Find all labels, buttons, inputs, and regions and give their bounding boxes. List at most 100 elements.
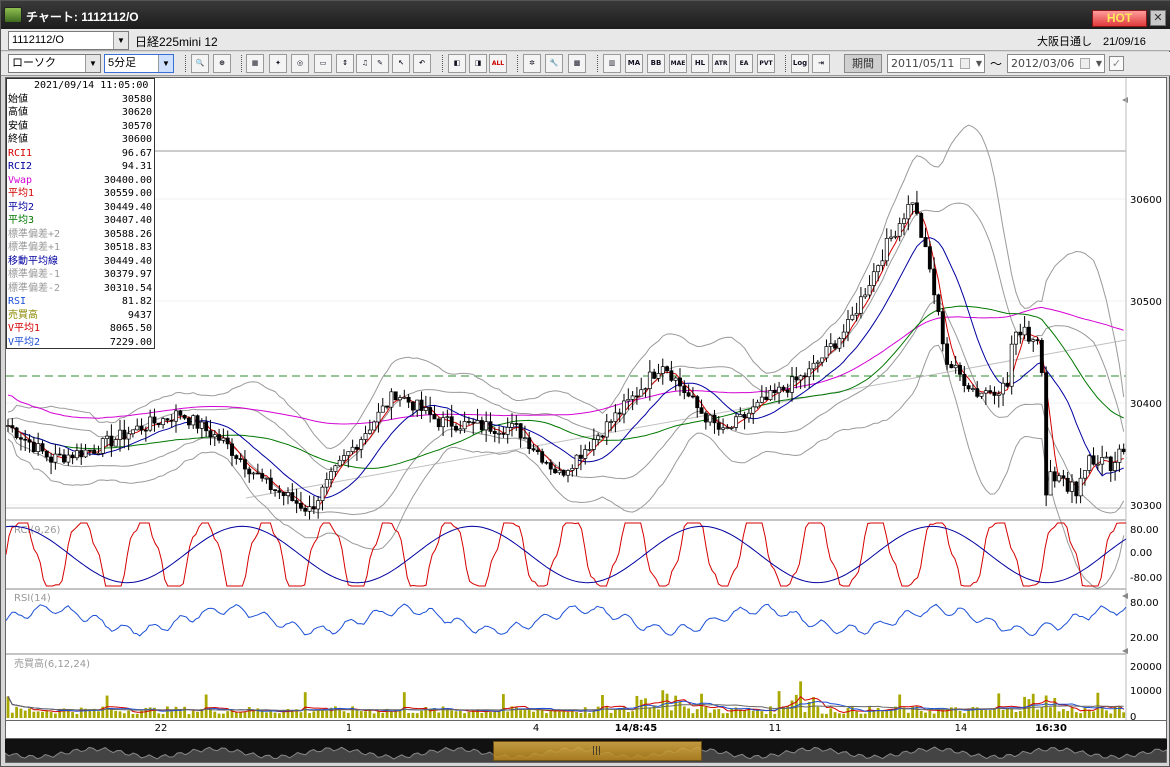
scroll-thumb[interactable]: ||| xyxy=(493,741,702,761)
chart-area[interactable]: 30600 30500 30400 30300 RCI(9,26) 80.00 0.00 -8… xyxy=(5,77,1167,721)
candle-body xyxy=(1039,340,1044,373)
date-to-field[interactable]: 2012/03/06 ▼ xyxy=(1007,54,1105,73)
zoom-icon[interactable]: 🔍 xyxy=(191,54,209,73)
grid-icon[interactable]: ▦ xyxy=(246,54,264,73)
period-button[interactable]: 期間 xyxy=(844,54,882,73)
navigator-scrollbar[interactable]: ||| xyxy=(5,739,1167,763)
candle-body xyxy=(1035,339,1040,342)
log-label[interactable]: Log xyxy=(791,54,809,73)
volume-bar xyxy=(1005,708,1009,718)
candle-body xyxy=(790,376,794,393)
multi-chart-icon[interactable]: ▥ xyxy=(603,54,621,73)
crosshair-candle-icon[interactable]: ✦ xyxy=(269,54,287,73)
undo-icon[interactable]: ↶ xyxy=(413,54,431,73)
candle-body xyxy=(169,419,174,422)
volume-bar xyxy=(885,710,889,718)
candle-left-icon[interactable]: ◧ xyxy=(448,54,466,73)
volume-bar xyxy=(820,713,824,718)
all-label[interactable]: ALL xyxy=(489,54,507,73)
candle-body xyxy=(208,430,213,438)
zoom-range-icon[interactable]: ⊕ xyxy=(213,54,231,73)
zoom-chart-icon[interactable]: ◎ xyxy=(291,54,309,73)
data-value: 30580 xyxy=(121,93,152,105)
candle-body xyxy=(639,389,644,397)
chevron-down-icon[interactable]: ▼ xyxy=(976,55,982,72)
apply-checkbox[interactable]: ✓ xyxy=(1109,56,1124,71)
symbol-select[interactable]: 1112112/O ▼ xyxy=(8,31,129,50)
pencil-icon[interactable]: ✎ xyxy=(371,54,389,73)
volume-panel-label: 売買高(6,12,24) xyxy=(14,657,90,670)
candle-body xyxy=(802,375,807,378)
volume-bar xyxy=(725,713,729,718)
volume-bar xyxy=(596,706,600,718)
mae-label[interactable]: MAE xyxy=(669,54,687,73)
candle-arrow-icon[interactable]: ↕ xyxy=(336,54,354,73)
date-from-value: 2011/05/11 xyxy=(891,57,955,70)
candle-body xyxy=(703,413,708,423)
calendar-icon[interactable] xyxy=(960,58,970,69)
wrench-icon[interactable]: 🔧 xyxy=(545,54,563,73)
volume-bar xyxy=(450,710,454,718)
chevron-down-icon[interactable]: ▼ xyxy=(158,55,173,72)
data-row: RCI2 94.31 xyxy=(7,160,154,174)
volume-bar xyxy=(265,712,268,718)
symbol-value: 1112112/O xyxy=(12,34,64,46)
candle-body xyxy=(996,393,1001,396)
title-bar[interactable]: チャート: 1112112/O HOT ✕ xyxy=(1,1,1170,29)
volume-bar xyxy=(855,711,859,718)
calendar-icon[interactable] xyxy=(1080,58,1090,69)
candle-body xyxy=(1113,462,1118,471)
date-from-field[interactable]: 2011/05/11 ▼ xyxy=(887,54,985,73)
ma-label[interactable]: MA xyxy=(625,54,643,73)
candle-body xyxy=(79,450,84,458)
volume-bar xyxy=(799,681,803,718)
candle-body xyxy=(777,386,782,394)
volume-bar xyxy=(812,697,815,718)
ea-label[interactable]: EA xyxy=(735,54,753,73)
candle-body xyxy=(897,223,902,237)
pvt-label[interactable]: PVT xyxy=(757,54,775,73)
export-icon[interactable]: ⇥ xyxy=(812,54,830,73)
candle-body xyxy=(1001,382,1006,395)
data-key: 平均3 xyxy=(8,215,35,227)
volume-bar xyxy=(49,711,53,718)
volume-bar xyxy=(919,711,923,718)
volume-bar xyxy=(1087,709,1091,718)
close-icon[interactable]: ✕ xyxy=(1150,10,1166,26)
candle-body xyxy=(479,420,484,431)
volume-bar xyxy=(191,710,195,718)
hot-button[interactable]: HOT xyxy=(1092,10,1147,27)
settings-icon[interactable]: ✲ xyxy=(523,54,541,73)
candle-body xyxy=(497,432,502,435)
candle-body xyxy=(1074,481,1079,497)
candle-body xyxy=(596,435,601,440)
hl-label[interactable]: HL xyxy=(691,54,709,73)
candle-body xyxy=(18,437,23,440)
bb-label[interactable]: BB xyxy=(647,54,665,73)
candle-body xyxy=(949,364,954,369)
interval-select[interactable]: 5分足 ▼ xyxy=(104,54,174,73)
candle-body xyxy=(660,366,665,374)
cursor-icon[interactable]: ↖ xyxy=(392,54,410,73)
chart-type-select[interactable]: ローソク ▼ xyxy=(8,54,101,73)
candle-body xyxy=(1057,475,1062,482)
chevron-down-icon[interactable]: ▼ xyxy=(85,55,100,72)
candle-body xyxy=(906,204,911,220)
candle-body xyxy=(634,395,639,398)
app-icon xyxy=(4,7,22,23)
palette-icon[interactable]: ▩ xyxy=(568,54,586,73)
chevron-down-icon[interactable]: ▼ xyxy=(113,32,128,49)
atr-label[interactable]: ATR xyxy=(712,54,730,73)
candle-right-icon[interactable]: ◨ xyxy=(469,54,487,73)
chart-window-icon[interactable]: ▭ xyxy=(314,54,332,73)
candle-body xyxy=(725,427,730,430)
chevron-down-icon[interactable]: ▼ xyxy=(1096,55,1102,72)
volume-bar xyxy=(549,710,553,718)
candle-body xyxy=(699,407,704,414)
data-value: 30620 xyxy=(121,107,152,119)
volume-bar xyxy=(484,711,488,718)
candle-body xyxy=(255,472,260,475)
price-chart[interactable]: 30600305003040030300RCI(9,26) 80.000.00-8… xyxy=(6,78,1167,721)
candle-body xyxy=(983,390,988,394)
volume-bar xyxy=(213,711,217,718)
